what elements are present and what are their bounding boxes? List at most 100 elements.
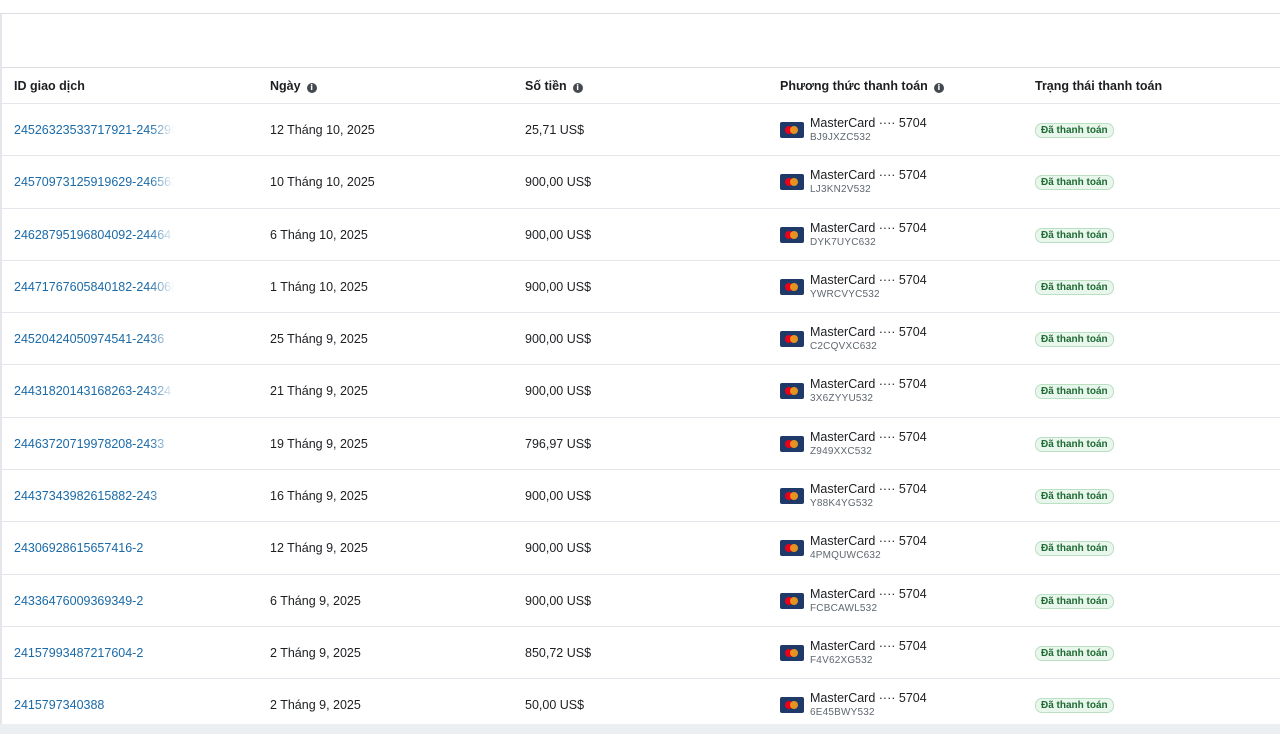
amount-cell: 25,71 US$: [525, 123, 585, 137]
amount-cell: 900,00 US$: [525, 541, 592, 556]
table-row[interactable]: 24463720719978208-2433 19 Tháng 9, 2025 …: [2, 418, 1280, 471]
transaction-id-link[interactable]: 24336476009369349-2: [14, 594, 143, 608]
card-label: MasterCard ···· 5704: [810, 482, 927, 497]
date-cell: 1 Tháng 10, 2025: [270, 279, 368, 294]
header-status-label: Trạng thái thanh toán: [1035, 79, 1163, 93]
amount-cell: 796,97 US$: [525, 436, 592, 451]
card-label: MasterCard ···· 5704: [810, 220, 927, 235]
transaction-id-cell: 24628795196804092-244641: [14, 209, 174, 261]
transaction-id-link[interactable]: 24431820143168263-24324: [14, 384, 171, 398]
transaction-id-link[interactable]: 24526323533717921-2452981: [14, 123, 174, 137]
date-cell: 6 Tháng 9, 2025: [270, 593, 361, 608]
status-badge: Đã thanh toán: [1035, 123, 1114, 138]
table-row[interactable]: 24570973125919629-246563 10 Tháng 10, 20…: [2, 156, 1280, 209]
date-cell: 12 Tháng 10, 2025: [270, 123, 375, 137]
mastercard-icon: [780, 540, 804, 557]
transaction-id-link[interactable]: 24471767605840182-244068: [14, 280, 174, 294]
info-icon[interactable]: i: [572, 83, 583, 93]
date-cell: 12 Tháng 9, 2025: [270, 541, 368, 556]
transaction-id-link[interactable]: 24570973125919629-246563: [14, 175, 174, 189]
card-label: MasterCard ···· 5704: [810, 272, 927, 287]
mastercard-icon: [780, 122, 804, 138]
table-row[interactable]: 24526323533717921-2452981 12 Tháng 10, 2…: [2, 104, 1280, 157]
table-row[interactable]: 24306928615657416-2 12 Tháng 9, 2025 900…: [2, 522, 1280, 575]
card-label: MasterCard ···· 5704: [810, 325, 927, 340]
mastercard-icon: [780, 226, 804, 243]
header-payment-method-label: Phương thức thanh toán: [780, 79, 928, 93]
card-label: MasterCard ···· 5704: [810, 168, 927, 183]
date-cell: 16 Tháng 9, 2025: [270, 489, 368, 504]
card-label: MasterCard ···· 5704: [810, 638, 927, 653]
transaction-id-cell: 24437343982615882-243: [14, 470, 174, 522]
status-badge: Đã thanh toán: [1035, 698, 1114, 714]
info-icon[interactable]: i: [306, 83, 317, 93]
transaction-id-cell: 24463720719978208-2433: [14, 418, 174, 470]
date-cell: 19 Tháng 9, 2025: [270, 436, 368, 451]
info-icon[interactable]: i: [933, 83, 944, 93]
card-label: MasterCard ···· 5704: [810, 429, 927, 444]
transaction-id-link[interactable]: 24306928615657416-2: [14, 541, 143, 555]
header-payment-method[interactable]: Phương thức thanh toán i: [780, 68, 944, 103]
horizontal-scrollbar[interactable]: [0, 724, 1280, 734]
status-badge: Đã thanh toán: [1035, 332, 1114, 348]
date-cell: 6 Tháng 10, 2025: [270, 227, 368, 242]
header-status[interactable]: Trạng thái thanh toán: [1035, 68, 1162, 103]
amount-cell: 900,00 US$: [525, 227, 592, 242]
transaction-id-link[interactable]: 2415797340388: [14, 698, 104, 712]
amount-cell: 900,00 US$: [525, 593, 592, 608]
transaction-id-link[interactable]: 24157993487217604-2: [14, 646, 143, 660]
card-reference: BJ9JXZC532: [810, 132, 871, 143]
card-reference: C2CQVXC632: [810, 341, 878, 353]
header-date[interactable]: Ngày i: [270, 68, 317, 103]
transaction-id-cell: 24526323533717921-2452981: [14, 104, 174, 156]
date-cell: 25 Tháng 9, 2025: [270, 332, 368, 347]
mastercard-icon: [780, 644, 804, 661]
amount-cell: 900,00 US$: [525, 332, 592, 347]
amount-cell: 900,00 US$: [525, 384, 592, 399]
transaction-id-cell: 24570973125919629-246563: [14, 156, 174, 208]
header-amount[interactable]: Số tiền i: [525, 68, 583, 103]
card-reference: 3X6ZYYU532: [810, 393, 874, 405]
table-row[interactable]: 24336476009369349-2 6 Tháng 9, 2025 900,…: [2, 575, 1280, 627]
table-row[interactable]: 24431820143168263-24324 21 Tháng 9, 2025…: [2, 365, 1280, 418]
amount-cell: 850,72 US$: [525, 645, 592, 660]
date-cell: 2 Tháng 9, 2025: [270, 645, 361, 660]
transaction-id-link[interactable]: 24628795196804092-244641: [14, 228, 174, 242]
header-id-label: ID giao dịch: [14, 79, 85, 93]
header-id[interactable]: ID giao dịch: [14, 68, 85, 103]
table-row[interactable]: 24437343982615882-243 16 Tháng 9, 2025 9…: [2, 470, 1280, 523]
amount-cell: 900,00 US$: [525, 175, 592, 190]
mastercard-icon: [780, 174, 804, 191]
table-row[interactable]: 24471767605840182-244068 1 Tháng 10, 202…: [2, 261, 1280, 314]
transaction-id-link[interactable]: 24520424050974541-2436: [14, 332, 164, 346]
status-badge: Đã thanh toán: [1035, 279, 1114, 295]
card-reference: 6E45BWY532: [810, 707, 875, 719]
status-badge: Đã thanh toán: [1035, 175, 1114, 191]
mastercard-icon: [780, 278, 804, 295]
transaction-id-link[interactable]: 24463720719978208-2433: [14, 437, 164, 451]
date-cell: 10 Tháng 10, 2025: [270, 175, 375, 190]
status-badge: Đã thanh toán: [1035, 645, 1114, 661]
transaction-id-link[interactable]: 24437343982615882-243: [14, 489, 157, 503]
transactions-table: ID giao dịch Ngày i Số tiền i Phương thức …: [2, 67, 1280, 732]
card-reference: YWRCVYC532: [810, 288, 880, 300]
card-label: MasterCard ···· 5704: [810, 586, 927, 601]
transaction-id-cell: 24471767605840182-244068: [14, 261, 174, 313]
transaction-id-cell: 24520424050974541-2436: [14, 313, 174, 365]
table-body: 24526323533717921-2452981 12 Tháng 10, 2…: [2, 104, 1280, 732]
status-badge: Đã thanh toán: [1035, 593, 1114, 609]
status-badge: Đã thanh toán: [1035, 541, 1114, 557]
table-row[interactable]: 24157993487217604-2 2 Tháng 9, 2025 850,…: [2, 627, 1280, 680]
card-reference: LJ3KN2V532: [810, 184, 871, 196]
card-reference: FCBCAWL532: [810, 602, 878, 614]
mastercard-icon: [780, 435, 804, 452]
card-label: MasterCard ···· 5704: [810, 116, 927, 130]
card-reference: Y88K4YG532: [810, 498, 874, 510]
mastercard-icon: [780, 592, 804, 609]
status-badge: Đã thanh toán: [1035, 489, 1114, 505]
table-header: ID giao dịch Ngày i Số tiền i Phương thức …: [2, 67, 1280, 104]
table-row[interactable]: 24628795196804092-244641 6 Tháng 10, 202…: [2, 209, 1280, 261]
table-row[interactable]: 24520424050974541-2436 25 Tháng 9, 2025 …: [2, 313, 1280, 366]
transaction-id-cell: 24336476009369349-2: [14, 575, 174, 627]
card-label: MasterCard ···· 5704: [810, 691, 927, 706]
